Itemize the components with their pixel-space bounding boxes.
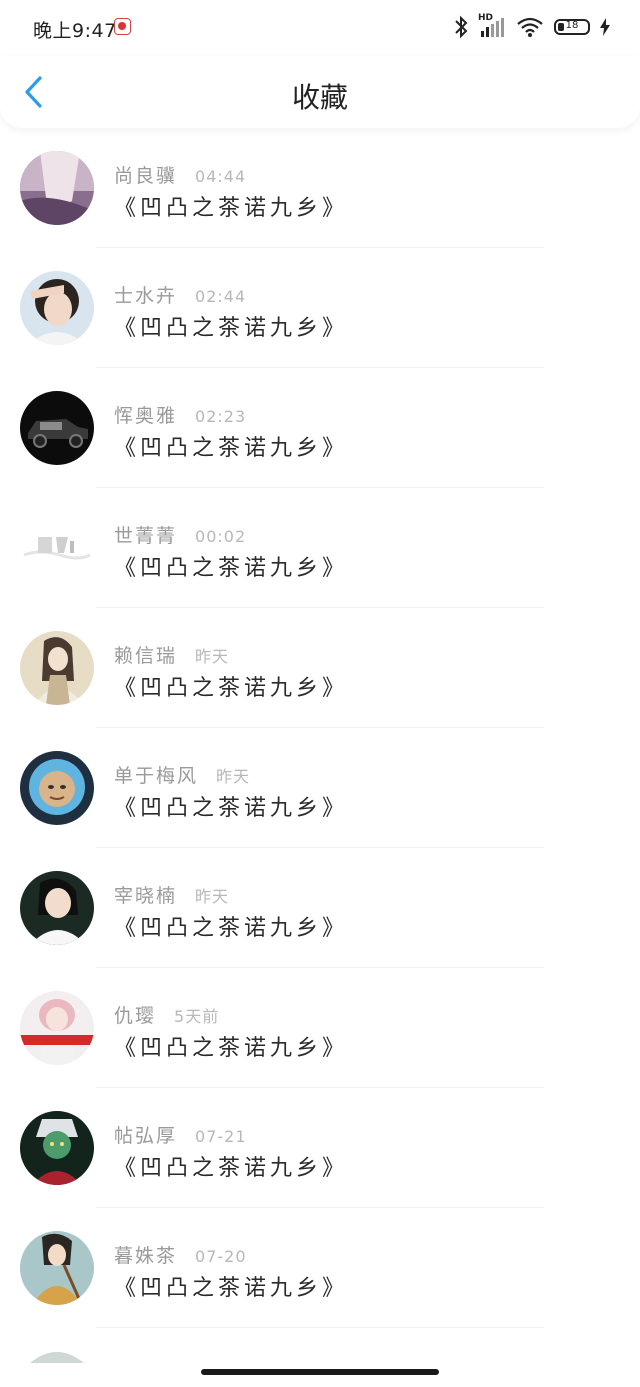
work-title: 《凹凸之茶诺九乡》 [114,1276,349,1301]
user-name: 帖弘厚 [114,1125,178,1147]
timestamp: 昨天 [216,767,251,786]
timestamp: 02:44 [195,287,247,306]
wifi-icon [517,17,543,37]
user-name: 恽奥雅 [114,405,178,427]
list-item[interactable]: 赖信瑞 昨天 《凹凸之茶诺九乡》 [0,608,640,728]
list-item[interactable]: 士水卉 02:44 《凹凸之茶诺九乡》 [0,248,640,368]
list-item[interactable]: 帖弘厚 07-21 《凹凸之茶诺九乡》 [0,1088,640,1208]
divider [96,1327,544,1328]
battery-level: 18 [565,20,579,31]
user-name: 尚良骥 [114,165,178,187]
status-time: 晚上9:47 [33,20,117,42]
list-item[interactable]: 世菁菁 00:02 《凹凸之茶诺九乡》 [0,488,640,608]
list-item[interactable]: 宰晓楠 昨天 《凹凸之茶诺九乡》 [0,848,640,968]
avatar [20,271,94,345]
timestamp: 02:23 [195,407,247,426]
avatar [20,1347,94,1363]
avatar [20,151,94,225]
timestamp: 昨天 [195,887,230,906]
favorites-list: 尚良骥 04:44 《凹凸之茶诺九乡》 士水卉 02:44 《凹凸之茶诺九乡》 [0,128,640,1328]
home-indicator[interactable] [201,1369,439,1375]
timestamp: 07-20 [195,1247,247,1266]
user-name: 赖信瑞 [114,645,178,667]
avatar [20,751,94,825]
list-item[interactable]: 暮姝茶 07-20 《凹凸之茶诺九乡》 [0,1208,640,1328]
list-item[interactable]: 恽奥雅 02:23 《凹凸之茶诺九乡》 [0,368,640,488]
avatar [20,631,94,705]
work-title: 《凹凸之茶诺九乡》 [114,796,349,821]
list-item[interactable]: 仇璎 5天前 《凹凸之茶诺九乡》 [0,968,640,1088]
work-title: 《凹凸之茶诺九乡》 [114,316,349,341]
work-title: 《凹凸之茶诺九乡》 [114,556,349,581]
bluetooth-icon [455,15,468,39]
avatar [20,1231,94,1305]
work-title: 《凹凸之茶诺九乡》 [114,1156,349,1181]
signal-icon: HD [478,13,506,39]
user-name: 单于梅风 [114,765,199,787]
avatar [20,511,94,585]
charging-icon [600,18,610,36]
timestamp: 昨天 [195,647,230,666]
timestamp: 5天前 [174,1007,220,1026]
work-title: 《凹凸之茶诺九乡》 [114,196,349,221]
user-name: 士水卉 [114,285,178,307]
avatar [20,871,94,945]
status-bar: 晚上9:47 HD 18 [0,0,640,56]
list-item[interactable]: 尚良骥 04:44 《凹凸之茶诺九乡》 [0,128,640,248]
work-title: 《凹凸之茶诺九乡》 [114,676,349,701]
user-name: 仇璎 [114,1005,157,1027]
nav-header: 收藏 [0,56,640,128]
list-item[interactable]: 单于梅风 昨天 《凹凸之茶诺九乡》 [0,728,640,848]
notification-app-icon [114,18,131,35]
avatar [20,991,94,1065]
timestamp: 04:44 [195,167,247,186]
status-icons: HD 18 [454,13,610,40]
work-title: 《凹凸之茶诺九乡》 [114,436,349,461]
timestamp: 07-21 [195,1127,247,1146]
work-title: 《凹凸之茶诺九乡》 [114,1036,349,1061]
user-name: 暮姝茶 [114,1245,178,1267]
battery-icon: 18 [554,19,590,35]
user-name: 世菁菁 [114,525,178,547]
avatar [20,391,94,465]
avatar [20,1111,94,1185]
page-title: 收藏 [291,81,348,114]
timestamp: 00:02 [195,527,247,546]
user-name: 宰晓楠 [114,885,178,907]
work-title: 《凹凸之茶诺九乡》 [114,916,349,941]
